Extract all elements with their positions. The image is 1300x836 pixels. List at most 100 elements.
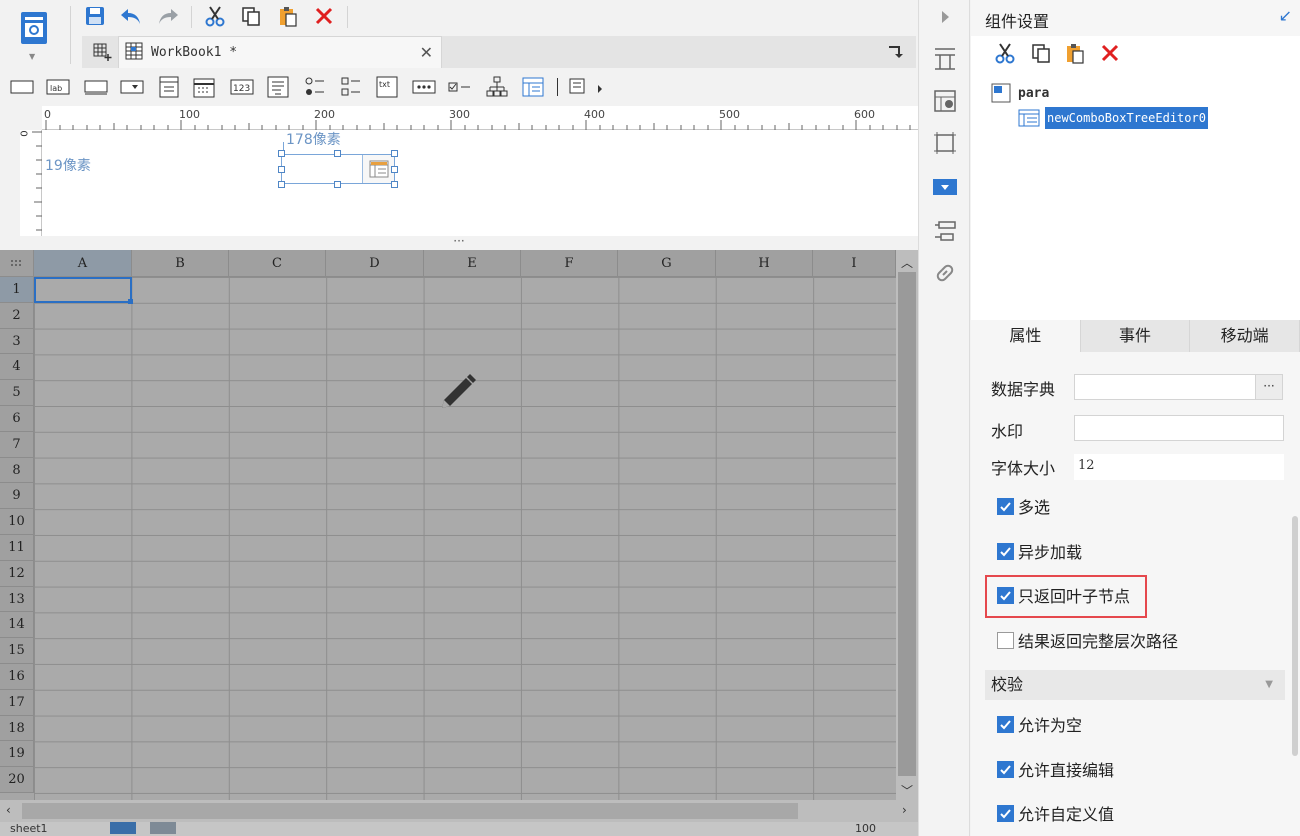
cut-icon[interactable] (992, 40, 1018, 66)
row-header[interactable]: 8 (0, 457, 34, 484)
component-settings-icon[interactable] (929, 172, 961, 202)
chevron-down-icon[interactable]: ▼ (29, 52, 35, 61)
dict-field[interactable] (1074, 374, 1256, 400)
spreadsheet[interactable]: A B C D E F G H I 1 2 3 4 5 6 7 8 9 10 1… (0, 250, 918, 836)
chevron-right-icon[interactable]: › (902, 803, 907, 817)
row-header[interactable]: 10 (0, 509, 34, 535)
row-header[interactable]: 12 (0, 560, 34, 587)
watermark-field[interactable] (1074, 415, 1284, 441)
frame-icon[interactable] (929, 128, 961, 158)
row-header[interactable]: 14 (0, 612, 34, 639)
close-icon[interactable]: ✕ (420, 43, 433, 62)
column-header[interactable]: B (132, 250, 229, 277)
column-header[interactable]: I (813, 250, 896, 277)
combobox-widget-icon[interactable] (118, 75, 146, 99)
checkbox-group-icon[interactable] (337, 75, 365, 99)
row-header[interactable]: 9 (0, 483, 34, 510)
tree-combobox-widget-icon[interactable] (519, 75, 547, 99)
resize-handle[interactable] (278, 166, 285, 173)
resize-handle[interactable] (278, 181, 285, 188)
tab-mobile[interactable]: 移动端 (1190, 320, 1300, 352)
resize-handle[interactable] (391, 181, 398, 188)
selected-cell[interactable] (34, 277, 132, 303)
link-icon[interactable] (929, 258, 961, 288)
column-header[interactable]: C (229, 250, 326, 277)
tab-events[interactable]: 事件 (1080, 320, 1191, 352)
save-icon[interactable] (82, 3, 108, 29)
resize-handle[interactable] (334, 181, 341, 188)
tree-node-combobox[interactable]: newComboBoxTreeEditor0 (1045, 107, 1208, 129)
row-header[interactable]: 13 (0, 586, 34, 613)
tree-root-para[interactable]: para (1018, 86, 1049, 101)
scrollbar-thumb[interactable] (898, 272, 916, 776)
async-load-checkbox[interactable]: 异步加载 (997, 539, 1082, 563)
row-header[interactable]: 4 (0, 354, 34, 381)
tree-combobox-widget[interactable] (281, 154, 395, 184)
layout-icon[interactable] (929, 44, 961, 74)
allow-direct-edit-checkbox[interactable]: 允许直接编辑 (997, 757, 1114, 781)
row-header[interactable]: 20 (0, 767, 34, 793)
dict-more-button[interactable]: ··· (1255, 374, 1283, 400)
chevron-down-icon[interactable]: ▼ (1265, 670, 1273, 700)
allow-custom-value-checkbox[interactable]: 允许自定义值 (997, 801, 1114, 825)
button-widget-icon[interactable] (8, 75, 36, 99)
row-header[interactable]: 16 (0, 664, 34, 690)
date-widget-icon[interactable] (190, 75, 218, 99)
row-header[interactable]: 11 (0, 535, 34, 561)
select-all-corner[interactable] (0, 250, 34, 277)
parameter-panel-canvas[interactable] (42, 130, 918, 236)
panel-scrollbar[interactable] (1292, 516, 1298, 756)
copy-icon[interactable] (1028, 40, 1054, 66)
multi-select-checkbox[interactable]: 多选 (997, 494, 1050, 518)
sheet-tab[interactable]: sheet1 (10, 822, 48, 835)
paste-icon[interactable] (275, 3, 301, 29)
add-dashboard-icon[interactable] (150, 822, 176, 834)
row-header[interactable]: 2 (0, 302, 34, 329)
textarea-widget-icon[interactable] (264, 75, 292, 99)
row-header[interactable]: 3 (0, 328, 34, 355)
column-header[interactable]: H (716, 250, 813, 277)
row-header[interactable]: 17 (0, 689, 34, 716)
row-header[interactable]: 7 (0, 431, 34, 458)
delete-icon[interactable] (1097, 40, 1123, 66)
text-widget-icon[interactable]: txt (373, 75, 401, 99)
paste-icon[interactable] (1062, 40, 1088, 66)
row-header[interactable]: 15 (0, 638, 34, 664)
redo-icon[interactable] (155, 3, 181, 29)
cell-grid[interactable] (34, 277, 896, 800)
fill-handle[interactable] (128, 299, 133, 304)
delete-icon[interactable] (311, 3, 337, 29)
textfield-widget-icon[interactable] (82, 75, 110, 99)
template-icon[interactable] (14, 8, 54, 48)
tree-widget-icon[interactable] (483, 75, 511, 99)
password-widget-icon[interactable] (410, 75, 438, 99)
collapse-panel-icon[interactable]: ↙ (1279, 6, 1292, 25)
chevron-left-icon[interactable]: ‹ (6, 803, 11, 817)
resize-handle[interactable] (334, 150, 341, 157)
expand-arrow-icon[interactable] (929, 2, 961, 32)
validation-section-header[interactable]: 校验 ▼ (985, 670, 1285, 700)
tab-workbook1[interactable]: WorkBook1 * ✕ (118, 36, 442, 68)
widget-info-icon[interactable] (929, 86, 961, 116)
column-header[interactable]: E (424, 250, 521, 277)
align-icon[interactable] (929, 216, 961, 246)
label-widget-icon[interactable]: lab (44, 75, 72, 99)
copy-icon[interactable] (238, 3, 264, 29)
resize-handle[interactable] (391, 150, 398, 157)
resize-handle[interactable] (278, 150, 285, 157)
splitter-handle[interactable]: ··· (0, 235, 918, 250)
column-header[interactable]: F (521, 250, 618, 277)
undo-icon[interactable] (118, 3, 144, 29)
full-path-checkbox[interactable]: 结果返回完整层次路径 (997, 628, 1178, 652)
column-header[interactable]: G (618, 250, 716, 277)
add-sheet-icon[interactable] (110, 822, 136, 834)
row-header[interactable]: 19 (0, 741, 34, 768)
tab-properties[interactable]: 属性 (971, 320, 1081, 352)
more-widgets-icon[interactable] (566, 75, 606, 99)
column-header[interactable]: D (326, 250, 424, 277)
allow-empty-checkbox[interactable]: 允许为空 (997, 712, 1082, 736)
tab-menu-icon[interactable] (882, 39, 908, 65)
row-header[interactable]: 6 (0, 406, 34, 432)
row-header[interactable]: 18 (0, 715, 34, 742)
column-header[interactable]: A (34, 250, 132, 277)
